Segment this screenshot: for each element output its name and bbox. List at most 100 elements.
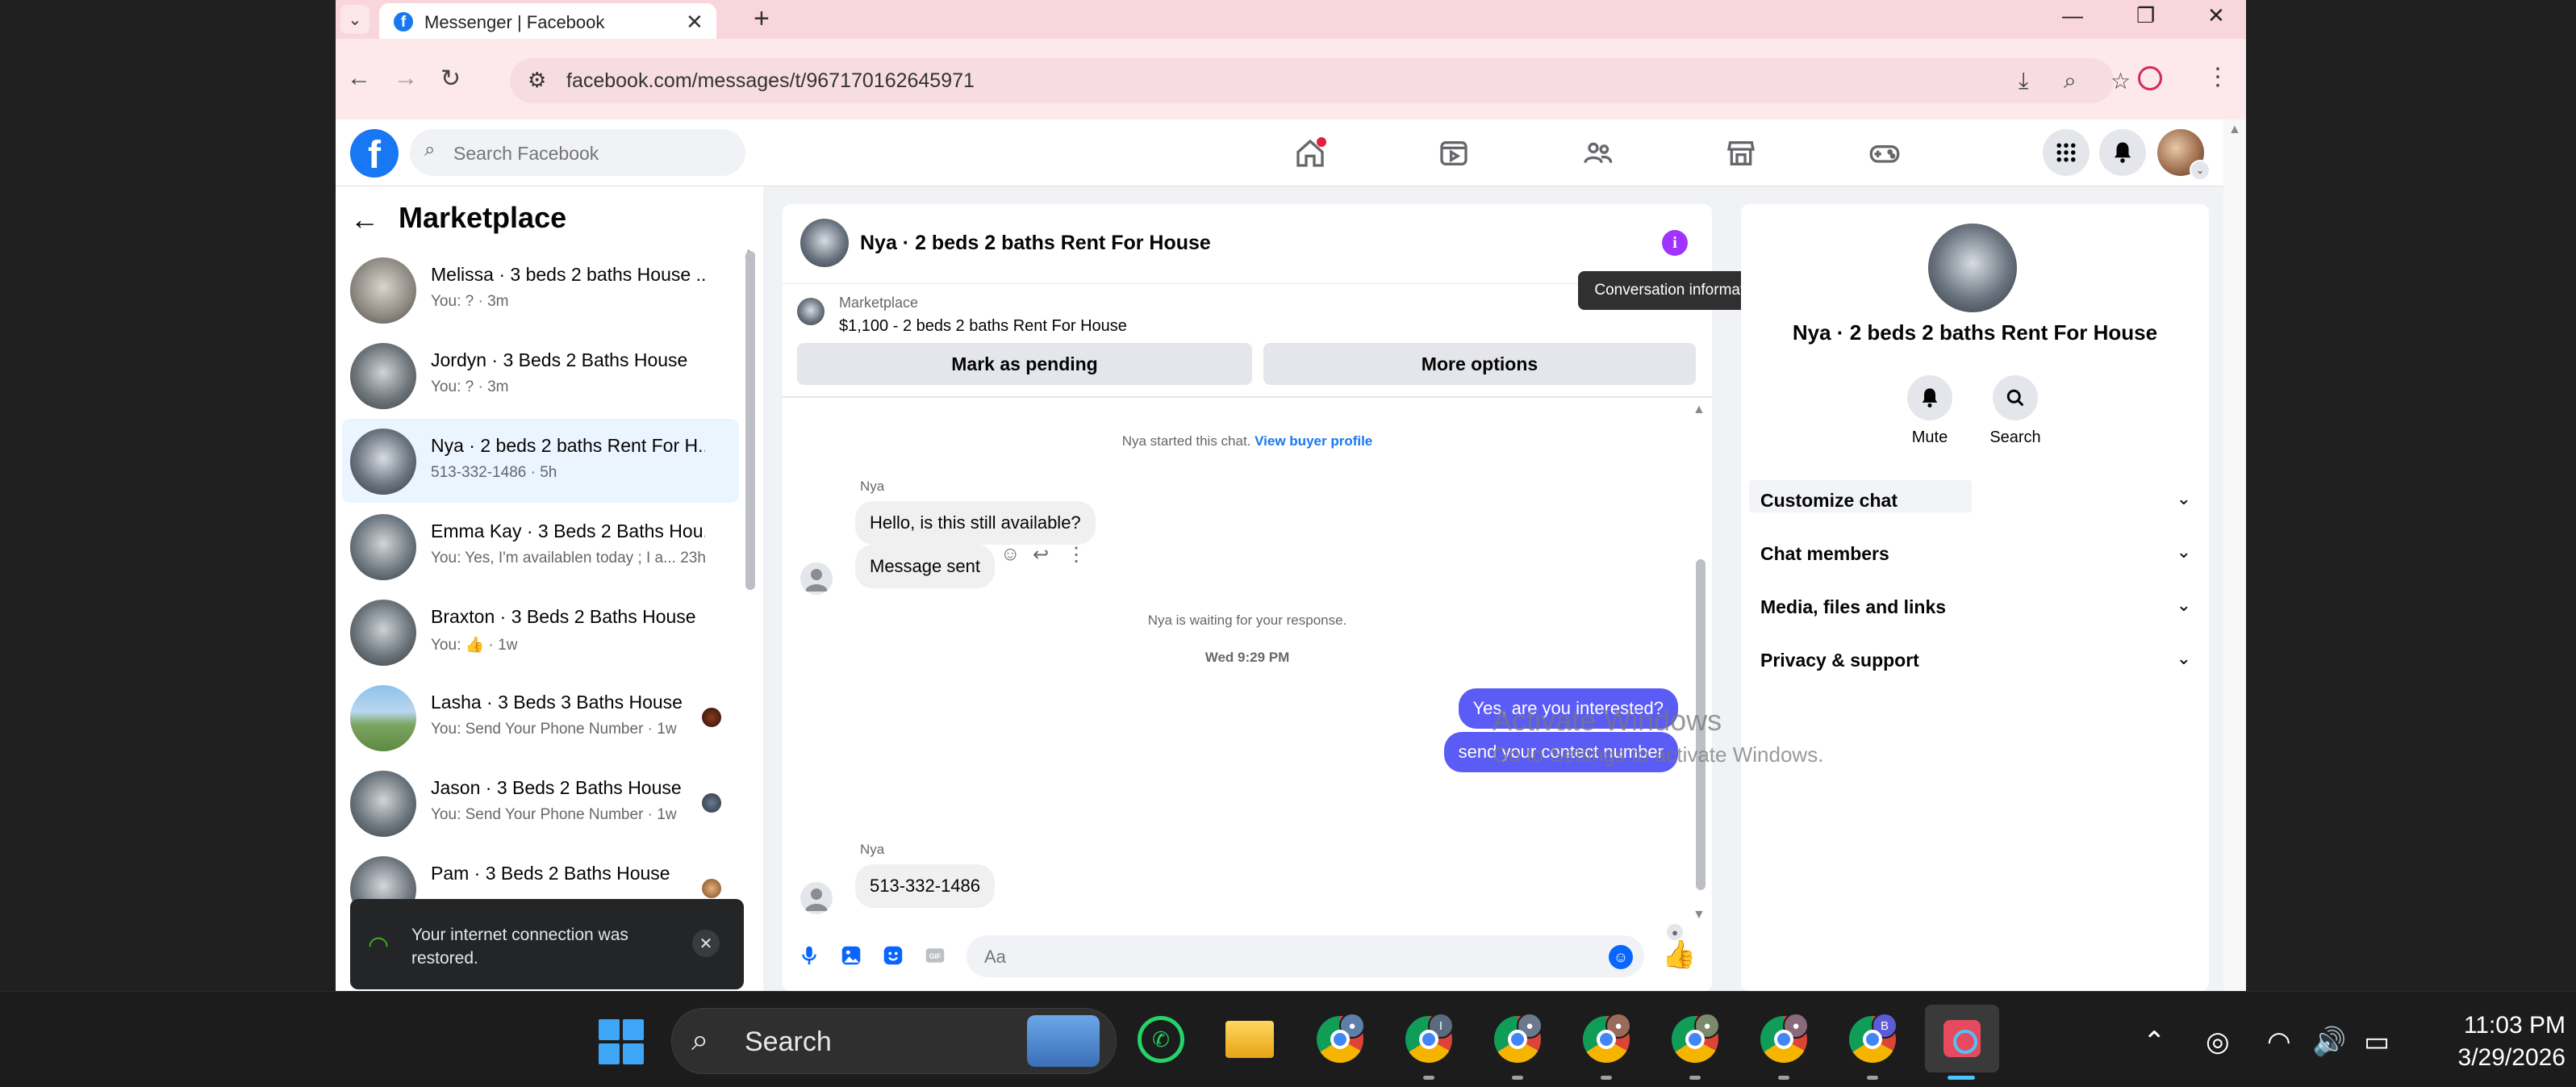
list-item[interactable]: Jason · 3 Beds 2 Baths House You: Send Y… (342, 761, 739, 845)
tab-title: Messenger | Facebook (424, 12, 605, 32)
install-app-icon[interactable]: ⤓ (2019, 68, 2028, 94)
bookmark-star-icon[interactable]: ☆ (2110, 68, 2131, 94)
list-item[interactable]: Braxton · 3 Beds 2 Baths House You: 👍 · … (342, 590, 739, 674)
view-buyer-profile-link[interactable]: View buyer profile (1255, 433, 1372, 449)
listing-avatar[interactable] (1928, 224, 2017, 312)
react-emoji-icon[interactable]: ☺ (1000, 543, 1021, 566)
chrome-icon[interactable]: ● (1578, 1011, 1635, 1068)
profile-icon[interactable] (2138, 66, 2162, 90)
onedrive-icon[interactable]: ◎ (2206, 1026, 2230, 1058)
account-chevron-icon[interactable]: ⌄ (2190, 160, 2211, 181)
chrome-icon[interactable]: B (1844, 1011, 1901, 1068)
list-item[interactable]: Melissa · 3 beds 2 baths House ... You: … (342, 248, 739, 332)
running-indicator (1512, 1076, 1523, 1080)
list-item[interactable]: Jordyn · 3 Beds 2 Baths House You: ? · 3… (342, 333, 739, 417)
chat-title[interactable]: Nya · 2 beds 2 baths Rent For House (860, 232, 1211, 255)
snipping-tool-icon[interactable] (1925, 1005, 1999, 1072)
listing-price-title[interactable]: $1,100 - 2 beds 2 baths Rent For House (839, 317, 1127, 336)
forward-icon[interactable]: → (394, 65, 418, 92)
marketplace-icon[interactable] (1722, 134, 1760, 173)
facebook-search[interactable]: ⌕ (410, 129, 745, 176)
facebook-logo-icon[interactable]: f (350, 129, 399, 178)
more-options-button[interactable]: More options (1263, 343, 1696, 385)
gallery-icon[interactable] (837, 942, 865, 969)
notifications-bell-icon[interactable] (2099, 129, 2146, 176)
chrome-icon[interactable]: I (1401, 1011, 1457, 1068)
chrome-icon[interactable]: ● (1667, 1011, 1723, 1068)
zoom-icon[interactable]: ⌕ (2064, 68, 2077, 94)
minimize-button[interactable]: — (2062, 3, 2083, 28)
thumbs-up-icon[interactable]: 👍 (1662, 939, 1696, 971)
mark-as-pending-button[interactable]: Mark as pending (797, 343, 1252, 385)
scroll-down-arrow-icon[interactable]: ▼ (1693, 908, 1706, 922)
reply-icon[interactable]: ↩ (1033, 543, 1049, 566)
watermark-title: Activate Windows (1493, 704, 1722, 737)
back-arrow-icon[interactable]: ← (350, 203, 379, 236)
wifi-icon[interactable]: ◠ (2267, 1026, 2291, 1058)
sticker-icon[interactable] (879, 942, 907, 969)
chrome-icon[interactable]: ● (1312, 1011, 1368, 1068)
incoming-message[interactable]: Message sent (855, 545, 995, 588)
chrome-icon[interactable]: ● (1489, 1011, 1546, 1068)
conversation-preview: You: ? · 3m (431, 378, 509, 395)
more-actions-icon[interactable]: ⋮ (1067, 543, 1086, 566)
read-receipt-avatar (702, 708, 721, 727)
omnibox[interactable]: ⚙ facebook.com/messages/t/96717016264597… (510, 58, 2131, 103)
microphone-icon[interactable] (795, 942, 823, 969)
search-conversation-button[interactable]: Search (1975, 375, 2056, 447)
system-clock[interactable]: 11:03 PM 3/29/2026 (2436, 1010, 2566, 1074)
listing-thumbnail[interactable] (797, 298, 825, 325)
message-input[interactable] (983, 942, 1599, 972)
browser-menu-icon[interactable]: ⋮ (2206, 63, 2230, 91)
whatsapp-icon[interactable]: ✆ (1133, 1011, 1189, 1068)
list-item-selected[interactable]: Nya · 2 beds 2 baths Rent For H... 513-3… (342, 419, 739, 503)
search-icon: ⌕ (424, 139, 436, 161)
gaming-icon[interactable] (1865, 134, 1904, 173)
scroll-up-arrow-icon[interactable]: ▲ (1693, 403, 1706, 417)
friends-icon[interactable] (1578, 134, 1617, 173)
section-label: Privacy & support (1760, 650, 1919, 671)
close-window-button[interactable]: ✕ (2207, 3, 2225, 28)
conversation-name: Nya · 2 beds 2 baths Rent For H... (431, 435, 705, 456)
restore-button[interactable]: ❐ (2136, 3, 2155, 28)
tab-search-dropdown[interactable]: ⌄ (340, 5, 369, 34)
facebook-search-input[interactable] (452, 137, 729, 169)
list-item[interactable]: Lasha · 3 Beds 3 Baths House You: Send Y… (342, 675, 739, 759)
message-composer[interactable]: ☺ (967, 935, 1644, 977)
site-settings-icon[interactable]: ⚙ (528, 68, 546, 93)
customize-chat-section[interactable]: Customize chat ⌄ (1741, 477, 2209, 524)
incoming-message[interactable]: 513-332-1486 (855, 864, 996, 908)
page-scrollbar[interactable]: ▲ (2223, 119, 2246, 991)
tab-strip: ⌄ f Messenger | Facebook ✕ + — ❐ ✕ (336, 0, 2246, 39)
volume-icon[interactable]: 🔊 (2312, 1026, 2346, 1058)
url-text[interactable]: facebook.com/messages/t/967170162645971 (566, 69, 975, 93)
toast-close-icon[interactable]: ✕ (692, 930, 720, 957)
back-icon[interactable]: ← (347, 65, 371, 92)
privacy-support-section[interactable]: Privacy & support ⌄ (1741, 637, 2209, 684)
mute-button[interactable]: Mute (1889, 375, 1970, 447)
chat-avatar[interactable] (800, 219, 849, 267)
tab-messenger[interactable]: f Messenger | Facebook ✕ (379, 3, 716, 39)
home-icon[interactable] (1291, 134, 1330, 173)
file-explorer-icon[interactable] (1221, 1011, 1278, 1068)
show-hidden-icons-icon[interactable]: ⌃ (2143, 1026, 2166, 1058)
video-icon[interactable] (1434, 134, 1473, 173)
reload-icon[interactable]: ↻ (440, 65, 461, 93)
left-scrollbar[interactable] (745, 251, 755, 590)
media-files-links-section[interactable]: Media, files and links ⌄ (1741, 583, 2209, 630)
tab-close-icon[interactable]: ✕ (686, 10, 703, 35)
gif-icon[interactable]: GIF (921, 942, 949, 969)
incoming-message[interactable]: Hello, is this still available? (855, 501, 1096, 545)
started-text: Nya started this chat. (1121, 433, 1251, 449)
windows-start-icon[interactable] (599, 1019, 644, 1064)
taskbar-search[interactable]: ⌕ Search (671, 1008, 1117, 1074)
menu-grid-icon[interactable] (2043, 129, 2090, 176)
scroll-up-arrow-icon[interactable]: ▲ (2228, 123, 2241, 137)
chat-members-section[interactable]: Chat members ⌄ (1741, 530, 2209, 577)
battery-icon[interactable]: ▭ (2364, 1026, 2390, 1058)
list-item[interactable]: Emma Kay · 3 Beds 2 Baths Hou... You: Ye… (342, 504, 739, 588)
conversation-info-icon[interactable]: i (1662, 230, 1688, 256)
chrome-icon[interactable]: ● (1756, 1011, 1812, 1068)
emoji-icon[interactable]: ☺ (1609, 945, 1633, 969)
new-tab-button[interactable]: + (754, 3, 770, 35)
